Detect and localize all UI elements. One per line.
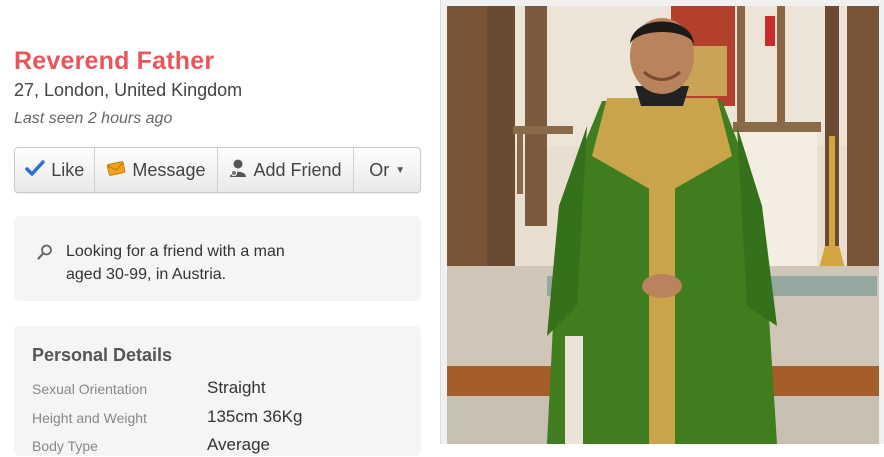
caret-down-icon: ▼ bbox=[395, 164, 406, 176]
person-icon bbox=[229, 158, 247, 183]
like-label: Like bbox=[51, 159, 85, 180]
add-friend-button[interactable]: Add Friend bbox=[218, 148, 355, 192]
search-icon bbox=[36, 243, 54, 266]
detail-row: Sexual Orientation Straight bbox=[32, 378, 422, 400]
message-label: Message bbox=[132, 159, 206, 180]
detail-row: Height and Weight 135cm 36Kg bbox=[32, 407, 422, 429]
personal-details-title: Personal Details bbox=[32, 345, 173, 365]
detail-value: 135cm 36Kg bbox=[207, 407, 303, 426]
message-button[interactable]: Message bbox=[95, 148, 218, 192]
last-seen: Last seen 2 hours ago bbox=[14, 110, 173, 127]
detail-label: Body Type bbox=[32, 438, 98, 454]
or-dropdown-button[interactable]: Or ▼ bbox=[354, 148, 420, 192]
profile-photo[interactable] bbox=[447, 6, 879, 444]
checkmark-icon bbox=[25, 159, 45, 182]
detail-label: Sexual Orientation bbox=[32, 381, 148, 397]
profile-photo-frame bbox=[440, 0, 884, 444]
looking-for-text: Looking for a friend with a man aged 30-… bbox=[66, 243, 285, 283]
profile-location: 27, London, United Kingdom bbox=[14, 80, 243, 100]
detail-row: Body Type Average bbox=[32, 435, 422, 457]
detail-value: Straight bbox=[207, 378, 266, 397]
looking-for-box: Looking for a friend with a man aged 30-… bbox=[14, 216, 421, 301]
or-label: Or bbox=[369, 159, 390, 180]
profile-panel: Reverend Father 27, London, United Kingd… bbox=[0, 0, 436, 456]
add-friend-label: Add Friend bbox=[253, 159, 342, 180]
envelope-icon bbox=[106, 160, 126, 181]
like-button[interactable]: Like bbox=[15, 148, 96, 192]
action-buttons: Like Message Add Friend Or ▼ bbox=[14, 147, 421, 193]
personal-details-card: Personal Details Sexual Orientation Stra… bbox=[14, 326, 421, 456]
detail-value: Average bbox=[207, 435, 271, 454]
profile-name: Reverend Father bbox=[14, 47, 215, 75]
detail-label: Height and Weight bbox=[32, 410, 147, 426]
